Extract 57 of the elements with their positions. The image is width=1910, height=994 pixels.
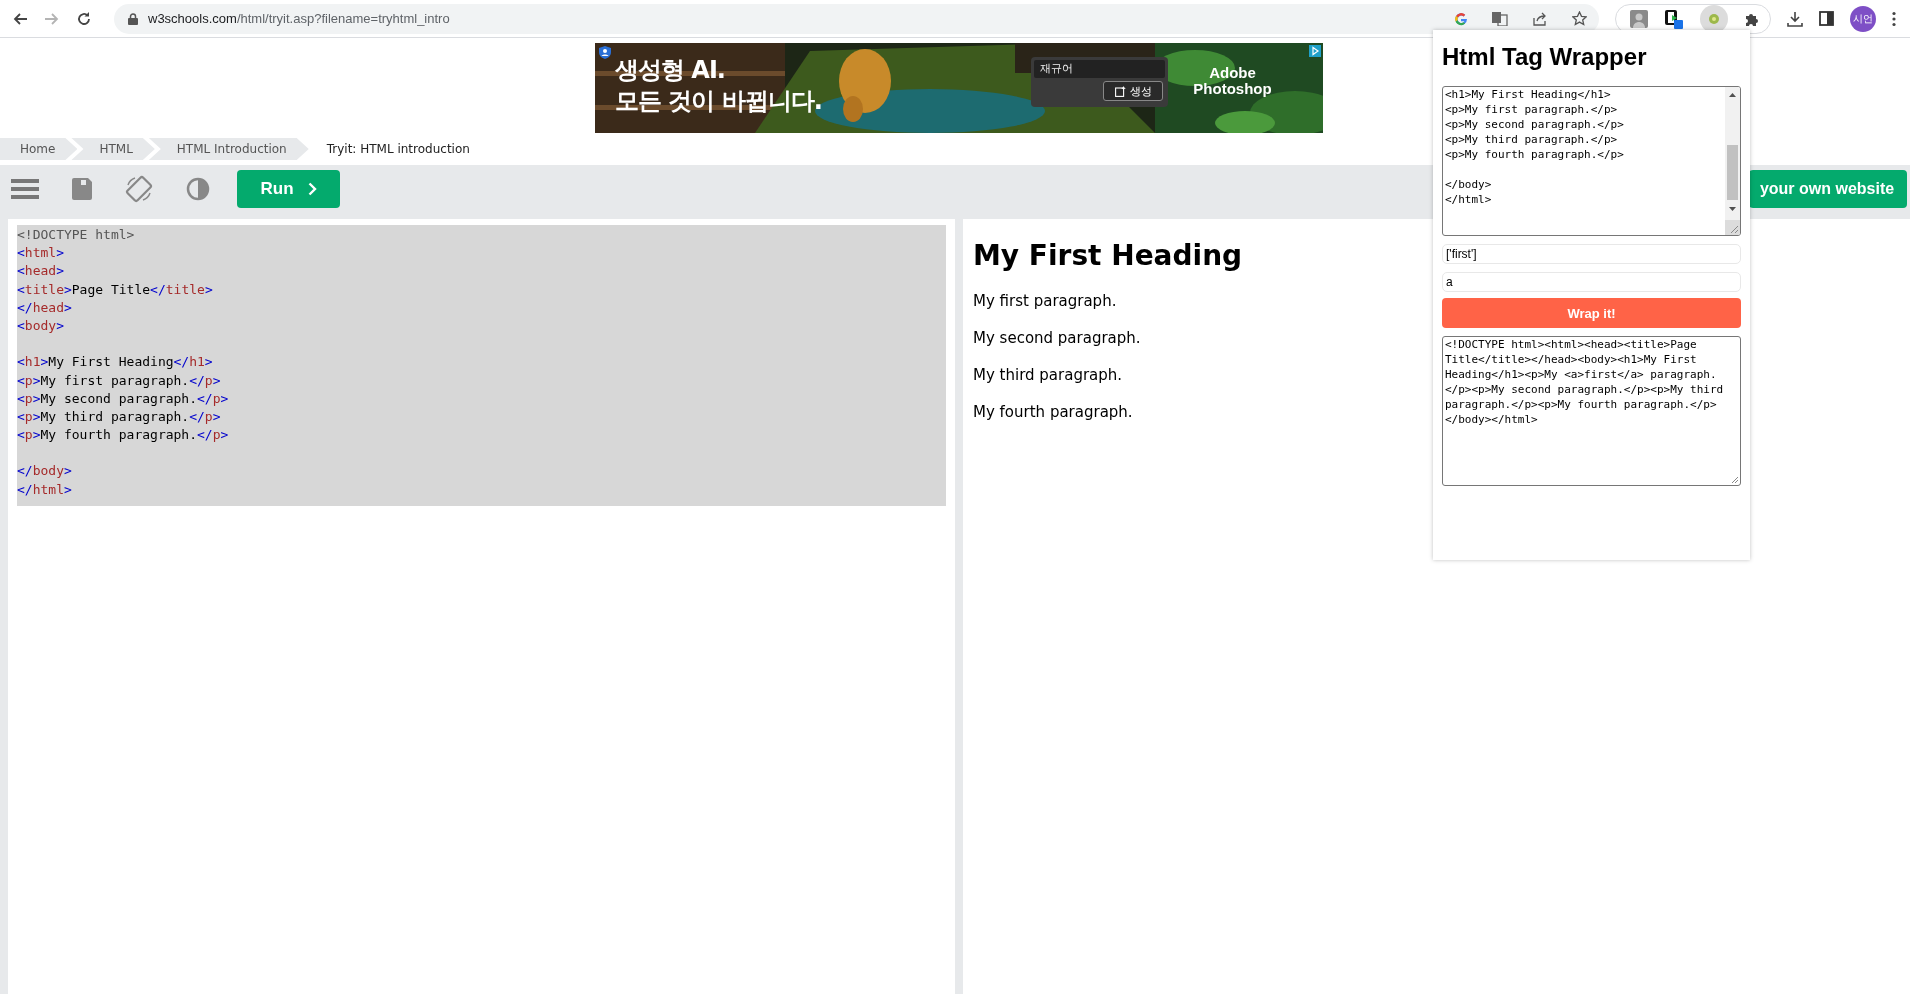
google-icon[interactable]	[1454, 11, 1468, 26]
phone-extension-icon[interactable]	[1664, 8, 1684, 29]
tag-field[interactable]: a	[1442, 272, 1741, 292]
contrast-icon[interactable]	[186, 177, 210, 201]
profile-avatar[interactable]: 시언	[1850, 5, 1876, 32]
address-bar[interactable]: w3schools.com/html/tryit.asp?filename=tryhtml_intro	[114, 3, 1599, 34]
code-line: </body>	[17, 462, 73, 481]
result-paragraph: My third paragraph.	[973, 366, 1123, 385]
share-icon[interactable]	[1532, 11, 1548, 26]
bookmark-star-icon[interactable]	[1572, 11, 1587, 26]
code-line: <!DOCTYPE html>	[17, 226, 136, 244]
code-line: </head>	[17, 298, 73, 317]
download-icon[interactable]	[1787, 10, 1803, 27]
chevron-right-icon	[307, 182, 317, 196]
brand-name: Adobe Photoshop	[1192, 65, 1273, 97]
ad-headline: 생성형 AI.	[615, 55, 726, 86]
words-field[interactable]: ['first']	[1442, 244, 1741, 264]
result-paragraph: My first paragraph.	[973, 292, 1117, 311]
result-heading: My First Heading	[973, 239, 1243, 272]
resize-grip-icon[interactable]	[1729, 474, 1739, 484]
url-text[interactable]: w3schools.com/html/tryit.asp?filename=tryhtml_intro	[148, 11, 450, 26]
code-line: <body>	[17, 316, 65, 335]
code-line: <html>	[17, 244, 65, 263]
prompt-field[interactable]: 재규어	[1034, 60, 1165, 78]
lock-icon	[128, 12, 138, 25]
generate-button[interactable]: 생성	[1103, 81, 1163, 101]
menu-icon[interactable]	[1892, 10, 1896, 27]
code-line: <p>My third paragraph.</p>	[17, 407, 222, 426]
silhouette-extension-icon[interactable]	[1630, 9, 1648, 28]
translate-icon[interactable]	[1492, 11, 1508, 26]
ad-headline: 모든 것이 바뀝니다.	[615, 86, 822, 117]
shield-icon[interactable]	[599, 46, 611, 59]
breadcrumb-item[interactable]: Home	[0, 138, 78, 160]
back-icon[interactable]	[12, 10, 28, 27]
circle-extension-icon[interactable]	[1700, 4, 1728, 33]
code-line: <p>My first paragraph.</p>	[17, 371, 222, 390]
code-line: <p>My fourth paragraph.</p>	[17, 426, 230, 445]
code-line: <title>Page Title</title>	[17, 280, 214, 299]
code-line: </html>	[17, 480, 73, 499]
code-line: <p>My second paragraph.</p>	[17, 389, 230, 408]
popup-title: Html Tag Wrapper	[1442, 42, 1648, 72]
breadcrumb-item[interactable]: HTML Introduction	[148, 138, 309, 160]
code-line: <head>	[17, 262, 65, 281]
rotate-icon[interactable]	[125, 175, 153, 203]
resize-grip-icon[interactable]	[1725, 220, 1740, 235]
reload-icon[interactable]	[76, 10, 92, 27]
source-textarea[interactable]: <h1>My First Heading</h1> <p>My first paragraph.</p> <p>My second paragraph.</p> <p>My third paragraph.</p> <p>My fourth paragraph.</p> </body> </html>	[1442, 86, 1741, 236]
sparkle-edit-icon	[1114, 85, 1126, 97]
result-paragraph: My second paragraph.	[973, 329, 1141, 348]
result-paragraph: My fourth paragraph.	[973, 403, 1133, 422]
code-line: <h1>My First Heading</h1>	[17, 353, 214, 372]
scrollbar[interactable]	[1725, 87, 1740, 220]
output-textarea[interactable]: <!DOCTYPE html><html><head><title>Page Title</title></head><body><h1>My First Heading</h1><p>My <a>first</a> paragraph.</p><p>My second paragraph.</p><p>My third paragraph.</p><p>My fourth paragraph.</p></body></html>	[1442, 336, 1741, 486]
side-panel-icon[interactable]	[1819, 11, 1834, 26]
breadcrumb-item[interactable]: HTML	[71, 138, 155, 160]
save-icon[interactable]	[72, 178, 92, 200]
play-icon[interactable]	[1309, 45, 1321, 57]
